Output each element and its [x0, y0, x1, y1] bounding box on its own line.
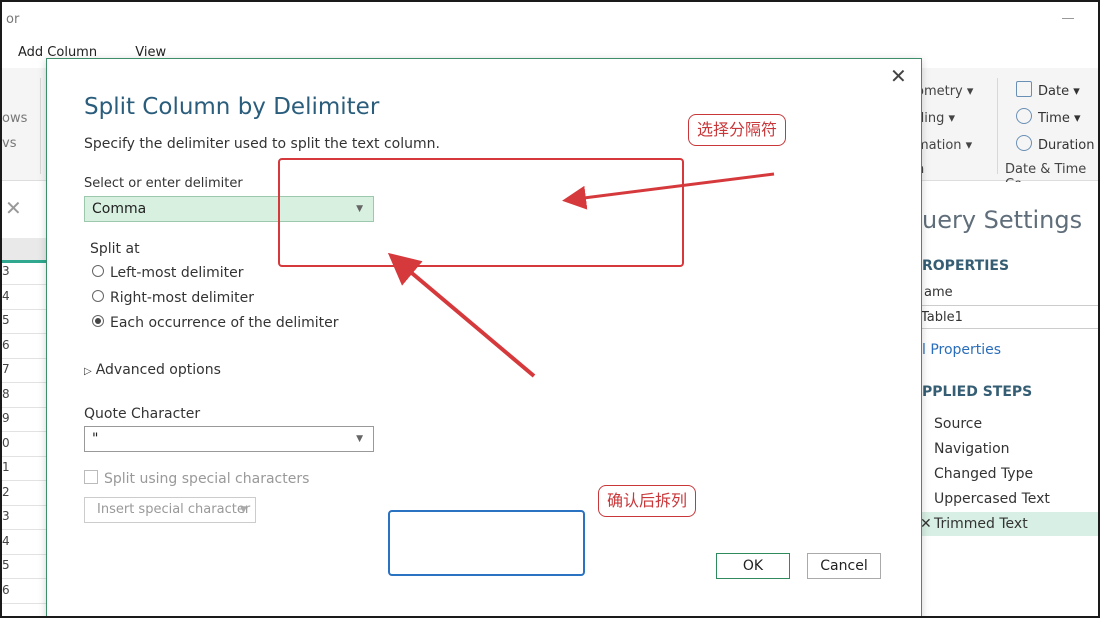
annotation-arrows [387, 172, 775, 378]
annotation-arrow-to-delimiter [387, 252, 536, 378]
annotation-arrow-to-box [562, 172, 775, 210]
screenshot-frame: or Add Column View ows vs ometry ▾ ding … [0, 0, 1100, 618]
